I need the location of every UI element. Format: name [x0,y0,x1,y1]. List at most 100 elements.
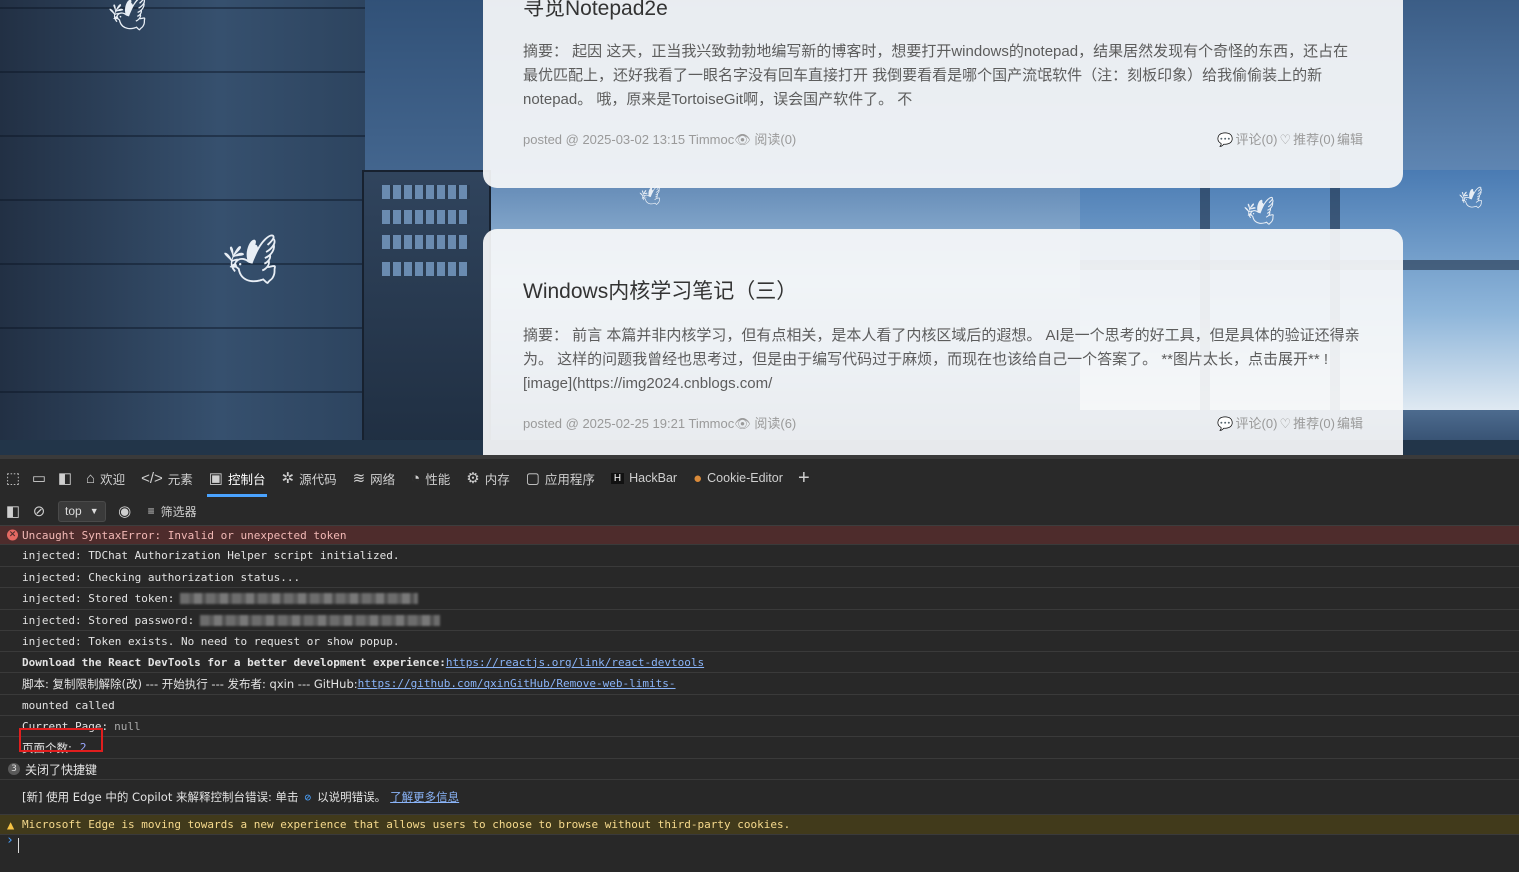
console-toolbar: ◧ ⊘ top ▼ ◉ ≡ 筛选器 [0,497,1519,526]
github-link[interactable]: https://github.com/qxinGitHub/Remove-web… [358,677,676,690]
console-log: mounted called [0,695,1519,716]
tab-memory[interactable]: ⚙ 内存 [458,459,517,497]
console-input-caret[interactable] [18,838,19,853]
console-log: 脚本: 复制限制解除(改) --- 开始执行 --- 发布者: qxin ---… [0,673,1519,695]
comment-icon: 💬 [1217,132,1234,147]
log-text: mounted called [22,698,115,712]
filter-input[interactable]: ≡ 筛选器 [148,503,197,520]
warning-icon: ▲ [7,817,15,832]
heart-icon: ♡ [1279,132,1292,147]
tab-label: 应用程序 [544,472,595,487]
webpage-viewport: 🕊 🕊 🕊 🕊 🕊 寻觅Notepad2e 摘要： 起因 这天，正当我兴致勃勃地… [0,0,1519,455]
app-icon: ▢ [525,470,540,487]
post-card: Windows内核学习笔记（三） 摘要： 前言 本篇并非内核学习，但有点相关，是… [483,229,1403,455]
seagull-icon: 🕊 [637,184,666,210]
add-tab-icon[interactable]: + [791,459,817,497]
background-sky [365,0,485,170]
tab-label: Cookie-Editor [707,471,783,485]
tab-sources[interactable]: ✲ 源代码 [273,459,344,497]
bug-icon: ✲ [281,470,295,487]
device-emulation-icon[interactable]: ▭ [26,459,52,497]
comment-icon: 💬 [1217,416,1234,431]
tab-label: 欢迎 [100,472,126,487]
hint-text: [新] 使用 Edge 中的 Copilot 来解释控制台错误: 单击 [22,790,299,804]
gauge-icon: ◔ [411,469,421,487]
console-sidebar-icon[interactable]: ◧ [0,497,26,525]
post-title[interactable]: Windows内核学习笔记（三） [523,275,797,305]
cookie-icon: ● [693,469,703,487]
console-log: injected: Token exists. No need to reque… [0,631,1519,652]
post-meta: posted @ 2025-02-25 19:21 Timmoc👁 阅读(6) … [523,413,1363,432]
console-output: × Uncaught SyntaxError: Invalid or unexp… [0,526,1519,872]
tab-network[interactable]: ≋ 网络 [345,459,404,497]
console-group[interactable]: 3 关闭了快捷键 [0,759,1519,780]
post-edit-link[interactable]: 编辑 [1337,416,1363,431]
log-text: Download the React DevTools for a better… [22,655,446,669]
tab-application[interactable]: ▢ 应用程序 [518,459,603,497]
redacted-token [180,593,419,604]
post-views[interactable]: 阅读(6) [754,416,796,431]
log-text: injected: Checking authorization status.… [22,570,301,584]
home-icon: ⌂ [86,469,96,487]
console-error: × Uncaught SyntaxError: Invalid or unexp… [0,526,1519,545]
log-text: injected: Stored password: [22,613,195,627]
tab-cookie-editor[interactable]: ● Cookie-Editor [685,459,791,497]
background-wall-lines [0,0,365,455]
vending-slot [382,210,470,224]
filter-placeholder: 筛选器 [160,504,197,519]
tab-label: 元素 [167,472,193,487]
post-views[interactable]: 阅读(0) [754,132,796,147]
post-comments[interactable]: 评论(0) [1236,132,1278,147]
wifi-icon: ≋ [352,470,366,487]
copilot-icon[interactable]: ⊘ [305,791,312,804]
seagull-icon: 🕊 [1241,194,1282,232]
react-devtools-link[interactable]: https://reactjs.org/link/react-devtools [446,656,704,669]
tab-label: 源代码 [299,472,337,487]
copilot-hint: [新] 使用 Edge 中的 Copilot 来解释控制台错误: 单击 ⊘ 以说… [0,780,1519,815]
vending-slot [382,185,470,199]
learn-more-link[interactable]: 了解更多信息 [390,789,459,805]
chevron-down-icon: ▼ [89,506,99,516]
tab-label: 内存 [484,472,510,487]
tab-label: HackBar [629,471,678,485]
sidebar-toggle-icon[interactable]: ◧ [52,459,78,497]
post-likes[interactable]: 推荐(0) [1293,132,1335,147]
repeat-count-badge: 3 [8,763,20,775]
tab-performance[interactable]: ◔ 性能 [403,459,458,497]
post-title[interactable]: 寻觅Notepad2e [523,0,668,22]
log-label: Current Page: [22,719,109,733]
post-comments[interactable]: 评论(0) [1236,416,1278,431]
post-likes[interactable]: 推荐(0) [1293,416,1335,431]
post-card: 寻觅Notepad2e 摘要： 起因 这天，正当我兴致勃勃地编写新的博客时，想要… [483,0,1403,188]
inspect-element-icon[interactable]: ⬚ [0,459,26,497]
hackbar-icon: H [610,472,625,484]
context-value: top [65,504,82,518]
tab-elements[interactable]: </> 元素 [133,459,201,497]
tab-hackbar[interactable]: H HackBar [603,459,685,497]
tab-welcome[interactable]: ⌂ 欢迎 [78,459,133,497]
filter-icon: ≡ [147,504,155,518]
error-message[interactable]: Uncaught SyntaxError: Invalid or unexpec… [22,529,347,542]
log-text: 脚本: 复制限制解除(改) --- 开始执行 --- 发布者: qxin ---… [22,676,358,691]
log-value: null [114,719,141,733]
eye-icon[interactable]: ◉ [112,497,138,525]
tab-console[interactable]: ▣ 控制台 [201,459,274,497]
code-icon: </> [141,469,163,487]
console-prompt-icon: › [6,833,14,848]
post-summary: 摘要： 起因 这天，正当我兴致勃勃地编写新的博客时，想要打开windows的no… [523,43,1349,108]
console-warning: ▲ Microsoft Edge is moving towards a new… [0,815,1519,835]
context-select[interactable]: top ▼ [58,500,106,522]
console-log: Current Page: null [0,716,1519,737]
clear-console-icon[interactable]: ⊘ [26,497,52,525]
memory-icon: ⚙ [466,470,480,487]
console-log: injected: Stored password: [0,610,1519,631]
log-text: injected: Stored token: [22,592,175,605]
eye-icon: 👁 [734,132,751,147]
log-text: 关闭了快捷键 [25,762,98,777]
post-edit-link[interactable]: 编辑 [1337,132,1363,147]
console-log: injected: TDChat Authorization Helper sc… [0,545,1519,567]
console-log: Download the React DevTools for a better… [0,652,1519,673]
console-log: injected: Checking authorization status.… [0,567,1519,588]
warning-message[interactable]: Microsoft Edge is moving towards a new e… [22,818,790,831]
log-text: injected: TDChat Authorization Helper sc… [22,549,400,562]
